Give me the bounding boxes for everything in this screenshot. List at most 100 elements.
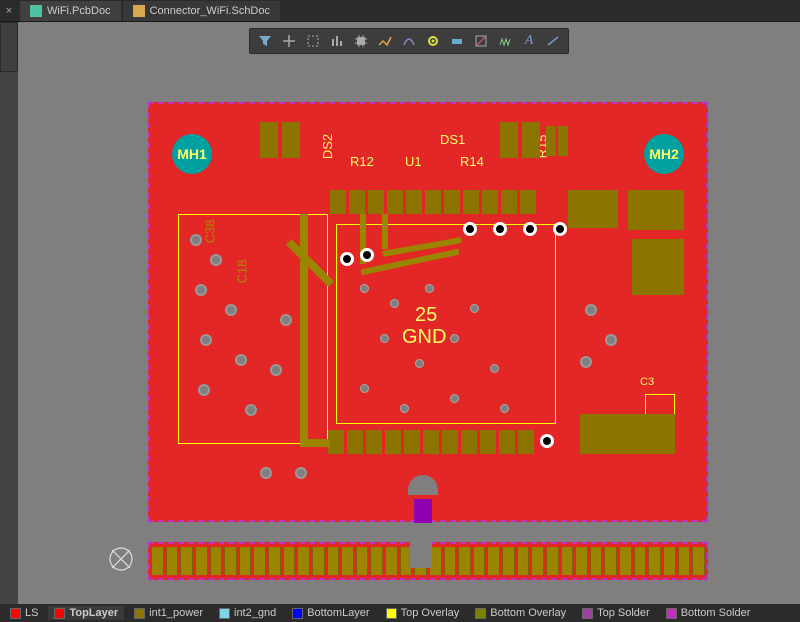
via bbox=[295, 467, 307, 479]
side-panel-handle[interactable] bbox=[0, 22, 18, 72]
via bbox=[245, 404, 257, 416]
layer-int2[interactable]: int2_gnd bbox=[213, 606, 282, 620]
close-icon[interactable]: × bbox=[0, 5, 18, 17]
via bbox=[210, 254, 222, 266]
swatch bbox=[219, 608, 230, 619]
pad bbox=[522, 122, 540, 158]
silk-c38: C38 bbox=[202, 220, 217, 244]
swatch bbox=[582, 608, 593, 619]
mounting-hole-1: MH1 bbox=[172, 134, 212, 174]
pcb-icon bbox=[30, 5, 42, 17]
pad bbox=[546, 126, 556, 156]
swatch bbox=[134, 608, 145, 619]
silk-r14: R14 bbox=[460, 154, 484, 169]
mounting-hole-2: MH2 bbox=[644, 134, 684, 174]
net-label-gnd: GND bbox=[402, 326, 446, 349]
select-icon[interactable] bbox=[302, 30, 324, 52]
pad bbox=[558, 126, 568, 156]
trace bbox=[300, 214, 308, 444]
swatch bbox=[386, 608, 397, 619]
tune-icon[interactable] bbox=[494, 30, 516, 52]
via bbox=[235, 354, 247, 366]
via-icon[interactable] bbox=[422, 30, 444, 52]
trace bbox=[300, 439, 330, 447]
document-tabs: × WiFi.PcbDoc Connector_WiFi.SchDoc bbox=[0, 0, 800, 22]
via bbox=[200, 334, 212, 346]
layer-topsolder[interactable]: Top Solder bbox=[576, 606, 656, 620]
layer-int1[interactable]: int1_power bbox=[128, 606, 209, 620]
via-highlight bbox=[463, 222, 477, 236]
arc-icon[interactable] bbox=[398, 30, 420, 52]
pad bbox=[260, 122, 278, 158]
line-icon[interactable] bbox=[542, 30, 564, 52]
via-highlight bbox=[493, 222, 507, 236]
via-highlight bbox=[523, 222, 537, 236]
layer-topoverlay[interactable]: Top Overlay bbox=[380, 606, 466, 620]
silk-c3: C3 bbox=[640, 376, 654, 388]
pad bbox=[568, 190, 618, 228]
swatch bbox=[54, 608, 65, 619]
board-outline: MH1 MH2 R13 DS2 R12 U1 DS1 R14 R15 C38 C… bbox=[148, 102, 708, 522]
tab-label: WiFi.PcbDoc bbox=[47, 5, 111, 17]
via bbox=[605, 334, 617, 346]
pad bbox=[500, 122, 518, 158]
sch-icon bbox=[133, 5, 145, 17]
tab-label: Connector_WiFi.SchDoc bbox=[150, 5, 270, 17]
layer-tabs: LS TopLayer int1_power int2_gnd BottomLa… bbox=[0, 604, 800, 622]
active-bar: A bbox=[249, 28, 569, 54]
via bbox=[500, 404, 509, 413]
via bbox=[450, 394, 459, 403]
place-icon[interactable] bbox=[278, 30, 300, 52]
silk-c18: C18 bbox=[234, 260, 249, 284]
via-highlight bbox=[360, 248, 374, 262]
swatch bbox=[666, 608, 677, 619]
layer-ls[interactable]: LS bbox=[4, 606, 44, 620]
layer-bottom[interactable]: BottomLayer bbox=[286, 606, 375, 620]
via bbox=[225, 304, 237, 316]
u1-top-pads bbox=[330, 190, 536, 214]
via bbox=[585, 304, 597, 316]
pad bbox=[632, 239, 684, 295]
text-icon[interactable]: A bbox=[518, 30, 540, 52]
pad bbox=[628, 190, 684, 230]
component-icon[interactable] bbox=[350, 30, 372, 52]
via bbox=[190, 234, 202, 246]
silk-r12: R12 bbox=[350, 154, 374, 169]
via bbox=[425, 284, 434, 293]
tab-sch[interactable]: Connector_WiFi.SchDoc bbox=[123, 1, 280, 21]
via bbox=[450, 334, 459, 343]
swatch bbox=[292, 608, 303, 619]
gradient-icon[interactable] bbox=[470, 30, 492, 52]
via-highlight bbox=[340, 252, 354, 266]
via bbox=[270, 364, 282, 376]
connector-key bbox=[410, 523, 432, 568]
via bbox=[490, 364, 499, 373]
via bbox=[195, 284, 207, 296]
dimension-icon[interactable] bbox=[446, 30, 468, 52]
layer-botsolder[interactable]: Bottom Solder bbox=[660, 606, 757, 620]
u1-bot-pads bbox=[328, 430, 534, 454]
pcb-canvas[interactable]: A MH1 MH2 R13 DS2 R12 U1 DS1 R14 R15 C38… bbox=[18, 22, 800, 604]
route-icon[interactable] bbox=[374, 30, 396, 52]
layer-toplayer[interactable]: TopLayer bbox=[48, 606, 124, 620]
via-highlight bbox=[553, 222, 567, 236]
notch bbox=[408, 475, 438, 495]
pad bbox=[282, 122, 300, 158]
pad bbox=[580, 414, 675, 454]
via bbox=[470, 304, 479, 313]
net-label-25: 25 bbox=[415, 304, 437, 327]
origin-marker bbox=[108, 546, 134, 572]
via bbox=[400, 404, 409, 413]
filter-icon[interactable] bbox=[254, 30, 276, 52]
align-icon[interactable] bbox=[326, 30, 348, 52]
tab-pcb[interactable]: WiFi.PcbDoc bbox=[20, 1, 121, 21]
layer-botoverlay[interactable]: Bottom Overlay bbox=[469, 606, 572, 620]
via bbox=[198, 384, 210, 396]
via-highlight bbox=[540, 434, 554, 448]
board-view: MH1 MH2 R13 DS2 R12 U1 DS1 R14 R15 C38 C… bbox=[148, 102, 708, 562]
silk-u1: U1 bbox=[405, 154, 422, 169]
via bbox=[580, 356, 592, 368]
swatch bbox=[10, 608, 21, 619]
via bbox=[380, 334, 389, 343]
via bbox=[390, 299, 399, 308]
